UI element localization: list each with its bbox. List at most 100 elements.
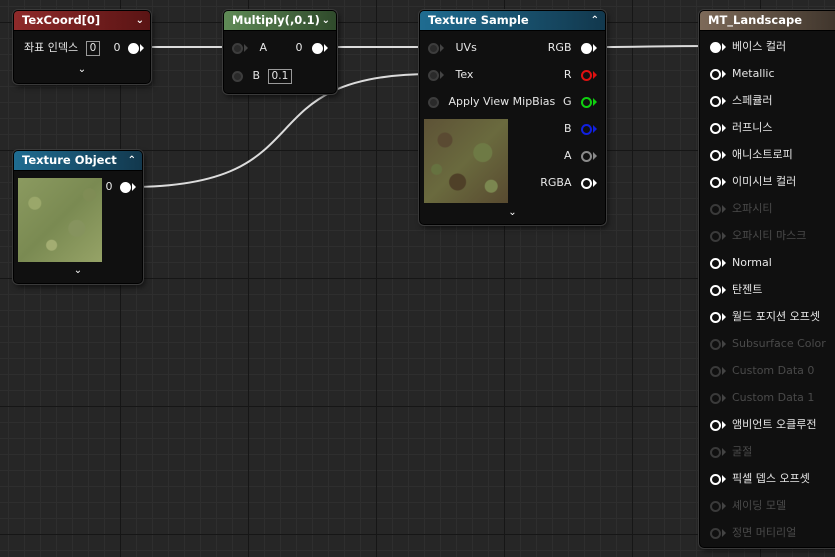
output-pin-icon[interactable] [581,42,592,54]
input-pin-icon[interactable] [710,203,721,215]
texcoord-node[interactable]: TexCoord[0] ⌄ 좌표 인덱스 0 0 ⌄ [13,10,151,84]
material-input-pin-row[interactable]: Custom Data 1 [710,389,814,407]
input-pin-icon[interactable] [710,41,721,53]
output-pin-icon[interactable] [581,150,592,162]
material-result-node-title: MT_Landscape [708,13,802,27]
expand-chevron-icon[interactable]: ⌄ [14,64,150,75]
output-pin-icon[interactable] [128,42,139,54]
material-input-pin-row[interactable]: Normal [710,254,772,272]
multiply-input-a[interactable]: A [232,39,267,57]
chevron-down-icon[interactable]: ⌄ [136,11,144,30]
material-input-pin-row[interactable]: 러프니스 [710,119,772,137]
material-input-pin-label: 러프니스 [732,121,773,134]
material-input-pin-row[interactable]: 애니소트로피 [710,146,793,164]
material-input-pin-row[interactable]: 셰이딩 모델 [710,497,786,515]
material-input-pin-row[interactable]: Subsurface Color [710,335,826,353]
material-input-pin-row[interactable]: 이미시브 컬러 [710,173,796,191]
output-pin-icon[interactable] [312,42,323,54]
input-pin-icon[interactable] [232,42,243,54]
texcoord-output-label: 0 [113,41,121,54]
input-pin-icon[interactable] [710,527,721,539]
input-pin-icon[interactable] [710,311,721,323]
texcoord-output[interactable]: 0 [113,39,144,57]
texture-object-output-label: 0 [105,180,113,193]
texture-sample-output-a[interactable]: A [564,147,597,165]
material-result-node[interactable]: MT_Landscape 베이스 컬러 Metallic 스페큘러러프니스애니소트로… [699,10,835,548]
input-pin-icon[interactable] [428,69,439,81]
output-pin-icon[interactable] [581,177,592,189]
output-pin-icon[interactable] [120,181,131,193]
pin-arrow-icon [440,44,444,52]
texture-sample-input-uvs[interactable]: UVs [428,39,477,57]
texture-sample-output-rgba[interactable]: RGBA [540,174,597,192]
texcoord-index-field[interactable]: 0 [85,41,101,56]
texture-sample-output-rgb[interactable]: RGB [548,39,597,57]
material-input-pin-row[interactable]: 스페큘러 [710,92,772,110]
input-pin-icon[interactable] [710,230,721,242]
texture-sample-input-mipbias[interactable]: Apply View MipBias [428,93,555,111]
input-pin-icon[interactable] [710,257,721,269]
pin-arrow-icon [324,44,328,52]
material-input-pin-row[interactable]: 정면 머티리얼 [710,524,796,542]
material-input-pin-row[interactable]: 월드 포지션 오프셋 [710,308,820,326]
material-input-pin-row[interactable]: 탄젠트 [710,281,762,299]
multiply-b-value-field[interactable]: 0.1 [267,69,293,84]
input-pin-icon[interactable] [428,96,439,108]
material-input-pin-row[interactable]: 픽셀 뎁스 오프셋 [710,470,810,488]
texture-object-node-header[interactable]: Texture Object ⌃ [14,151,142,171]
texture-sample-input-tex[interactable]: Tex [428,66,473,84]
texcoord-node-title: TexCoord[0] [22,13,101,27]
material-input-pin-label: 오파시티 마스크 [732,229,807,242]
input-pin-icon[interactable] [710,419,721,431]
texture-sample-node[interactable]: Texture Sample ⌃ UVs Tex Apply View MipB… [419,10,606,225]
input-pin-icon[interactable] [710,68,721,80]
chevron-up-icon[interactable]: ⌃ [591,11,599,30]
texture-sample-output-b[interactable]: B [564,120,597,138]
expand-chevron-icon[interactable]: ⌄ [14,265,142,276]
input-pin-icon[interactable] [710,149,721,161]
multiply-node-header[interactable]: Multiply(,0.1) ⌄ [224,11,336,31]
material-input-pin-label: 탄젠트 [732,283,763,296]
multiply-output[interactable]: 0 [296,39,328,57]
texture-sample-output-r[interactable]: R [564,66,597,84]
multiply-input-b[interactable]: B 0.1 [232,67,293,85]
pin-arrow-icon [722,340,726,348]
input-pin-icon[interactable] [710,392,721,404]
texcoord-node-header[interactable]: TexCoord[0] ⌄ [14,11,150,31]
input-pin-icon[interactable] [710,446,721,458]
input-pin-icon[interactable] [710,176,721,188]
material-input-pin-row[interactable]: 앰비언트 오클루전 [710,416,816,434]
input-pin-icon[interactable] [710,284,721,296]
input-pin-icon[interactable] [710,122,721,134]
input-pin-icon[interactable] [710,95,721,107]
material-input-pin-row[interactable]: 오파시티 마스크 [710,227,806,245]
texture-sample-node-header[interactable]: Texture Sample ⌃ [420,11,605,31]
output-pin-icon[interactable] [581,69,592,81]
material-input-pin-row[interactable]: Metallic [710,65,775,83]
material-result-node-header[interactable]: MT_Landscape [700,11,835,31]
pin-arrow-icon [722,178,726,186]
texture-sample-output-g[interactable]: G [563,93,597,111]
texcoord-index-row: 좌표 인덱스 0 [24,39,101,57]
input-pin-icon[interactable] [232,70,243,82]
output-pin-icon[interactable] [581,96,592,108]
chevron-up-icon[interactable]: ⌃ [128,151,136,170]
material-input-pin-row[interactable]: 오파시티 [710,200,772,218]
material-input-pin-row[interactable]: 베이스 컬러 [710,38,786,56]
output-pin-icon[interactable] [581,123,592,135]
input-pin-icon[interactable] [710,473,721,485]
texture-object-node[interactable]: Texture Object ⌃ 0 ⌄ [13,150,143,284]
pin-arrow-icon [593,44,597,52]
input-pin-icon[interactable] [710,500,721,512]
input-pin-icon[interactable] [428,42,439,54]
chevron-down-icon[interactable]: ⌄ [322,11,330,30]
texture-object-output[interactable]: 0 [105,178,136,196]
input-pin-icon[interactable] [710,365,721,377]
material-input-pin-row[interactable]: 굴절 [710,443,752,461]
material-input-pin-row[interactable]: Custom Data 0 [710,362,814,380]
expand-chevron-icon[interactable]: ⌄ [420,207,605,218]
input-pin-icon[interactable] [710,338,721,350]
multiply-input-b-label: B [252,69,261,82]
multiply-node[interactable]: Multiply(,0.1) ⌄ A 0 B 0.1 [223,10,337,94]
pin-arrow-icon [593,179,597,187]
